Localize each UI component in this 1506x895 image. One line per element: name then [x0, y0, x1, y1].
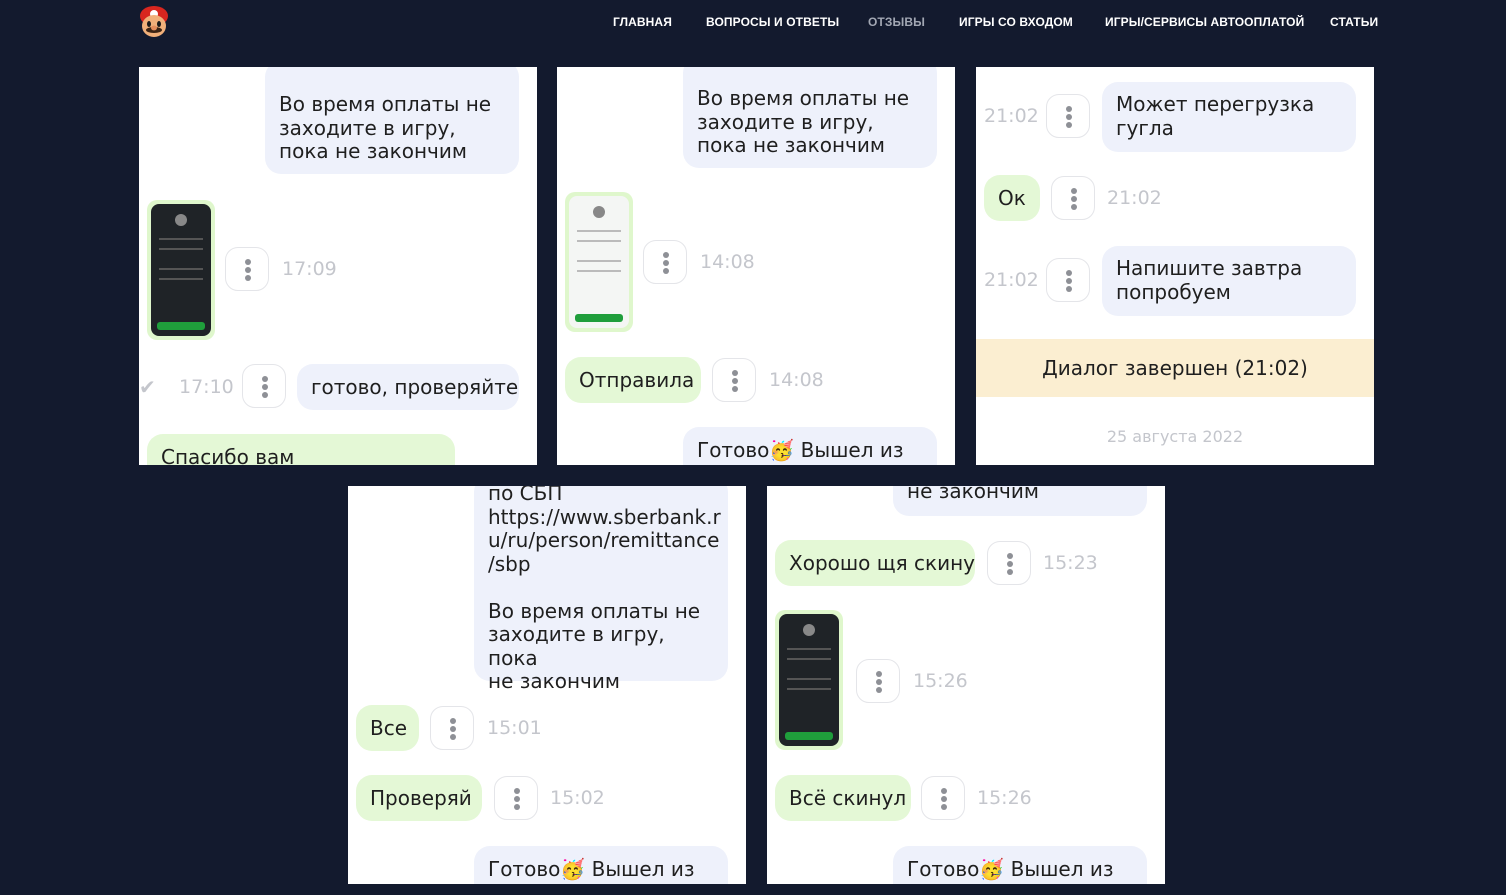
message-time: 17:09: [282, 258, 337, 280]
message-time: 14:08: [769, 369, 824, 391]
message-menu-icon[interactable]: [242, 364, 286, 408]
message-text: Готово: [907, 857, 980, 881]
incoming-message: Готово🥳 Вышел из: [683, 427, 937, 465]
incoming-message: Во время оплаты не заходите в игру, пока…: [265, 67, 519, 174]
message-menu-icon[interactable]: [643, 240, 687, 284]
message-menu-icon[interactable]: [921, 776, 965, 820]
nav-reviews[interactable]: ОТЗЫВЫ: [868, 15, 925, 29]
nav-home[interactable]: ГЛАВНАЯ: [613, 15, 672, 29]
message-time: 15:01: [487, 717, 542, 739]
message-text: Готово: [697, 438, 770, 462]
screenshot-thumbnail[interactable]: [775, 610, 843, 750]
message-time: 15:26: [977, 787, 1032, 809]
incoming-message: по СБП https://www.sberbank.r u/ru/perso…: [474, 486, 728, 693]
message-time: 21:02: [1107, 187, 1162, 209]
incoming-message: Напишите завтра попробуем: [1102, 246, 1356, 316]
message-menu-icon[interactable]: [225, 247, 269, 291]
message-time: 15:23: [1043, 552, 1098, 574]
message-menu-icon[interactable]: [712, 358, 756, 402]
incoming-message: не закончим: [893, 486, 1147, 516]
message-text: Вышел из: [1010, 857, 1114, 881]
message-time: 17:10: [179, 376, 234, 398]
outgoing-message: Проверяй: [356, 775, 482, 821]
message-menu-icon[interactable]: [987, 541, 1031, 585]
message-time: 15:26: [913, 670, 968, 692]
outgoing-message: Хорошо щя скину: [775, 540, 975, 586]
screenshot-thumbnail[interactable]: [565, 192, 633, 332]
message-menu-icon[interactable]: [1046, 94, 1090, 138]
outgoing-message: Всё скинул: [775, 775, 911, 821]
outgoing-message: Все: [356, 705, 419, 751]
dialog-finished-banner: Диалог завершен (21:02): [976, 339, 1374, 397]
incoming-message: Может перегрузка гугла: [1102, 82, 1356, 152]
incoming-message: Во время оплаты не заходите в игру, пока…: [683, 67, 937, 168]
screenshot-thumbnail[interactable]: [147, 200, 215, 340]
review-card-2[interactable]: Во время оплаты не заходите в игру, пока…: [557, 67, 955, 465]
incoming-message: Готово🥳 Вышел из: [893, 846, 1147, 884]
message-menu-icon[interactable]: [856, 659, 900, 703]
nav-autopay-services[interactable]: ИГРЫ/СЕРВИСЫ АВТООПЛАТОЙ: [1105, 15, 1304, 29]
message-time: 21:02: [984, 269, 1039, 291]
party-face-icon: 🥳: [979, 857, 1005, 881]
outgoing-message: Отправила: [565, 357, 701, 403]
message-menu-icon[interactable]: [1046, 258, 1090, 302]
review-card-1[interactable]: Во время оплаты не заходите в игру, пока…: [139, 67, 537, 465]
mario-icon[interactable]: [138, 5, 170, 39]
incoming-message: Спасибо вам: [147, 434, 455, 465]
party-face-icon: 🥳: [560, 857, 586, 881]
nav-articles[interactable]: СТАТЬИ: [1330, 15, 1378, 29]
nav-games-login[interactable]: ИГРЫ СО ВХОДОМ: [959, 15, 1073, 29]
message-menu-icon[interactable]: [1051, 176, 1095, 220]
review-card-4[interactable]: по СБП https://www.sberbank.r u/ru/perso…: [348, 486, 746, 884]
message-menu-icon[interactable]: [430, 706, 474, 750]
message-text: Вышел из: [591, 857, 695, 881]
nav-faq[interactable]: ВОПРОСЫ И ОТВЕТЫ: [706, 15, 839, 29]
message-menu-icon[interactable]: [494, 776, 538, 820]
date-separator: 25 августа 2022: [1106, 427, 1244, 446]
review-card-5[interactable]: не закончим Хорошо щя скину 15:23 15:26 …: [767, 486, 1165, 884]
outgoing-message: готово, проверяйте: [297, 364, 519, 410]
message-text: Готово: [488, 857, 561, 881]
outgoing-message: Ок: [984, 175, 1040, 221]
site-header: ГЛАВНАЯ ВОПРОСЫ И ОТВЕТЫ ОТЗЫВЫ ИГРЫ СО …: [0, 0, 1506, 46]
incoming-message: Готово🥳 Вышел из: [474, 846, 728, 884]
check-icon: ✔: [139, 375, 156, 399]
message-time: 15:02: [550, 787, 605, 809]
message-time: 21:02: [984, 105, 1039, 127]
review-card-3[interactable]: 21:02 Может перегрузка гугла Ок 21:02 21…: [976, 67, 1374, 465]
party-face-icon: 🥳: [769, 438, 795, 462]
message-time: 14:08: [700, 251, 755, 273]
message-text: Вышел из: [800, 438, 904, 462]
